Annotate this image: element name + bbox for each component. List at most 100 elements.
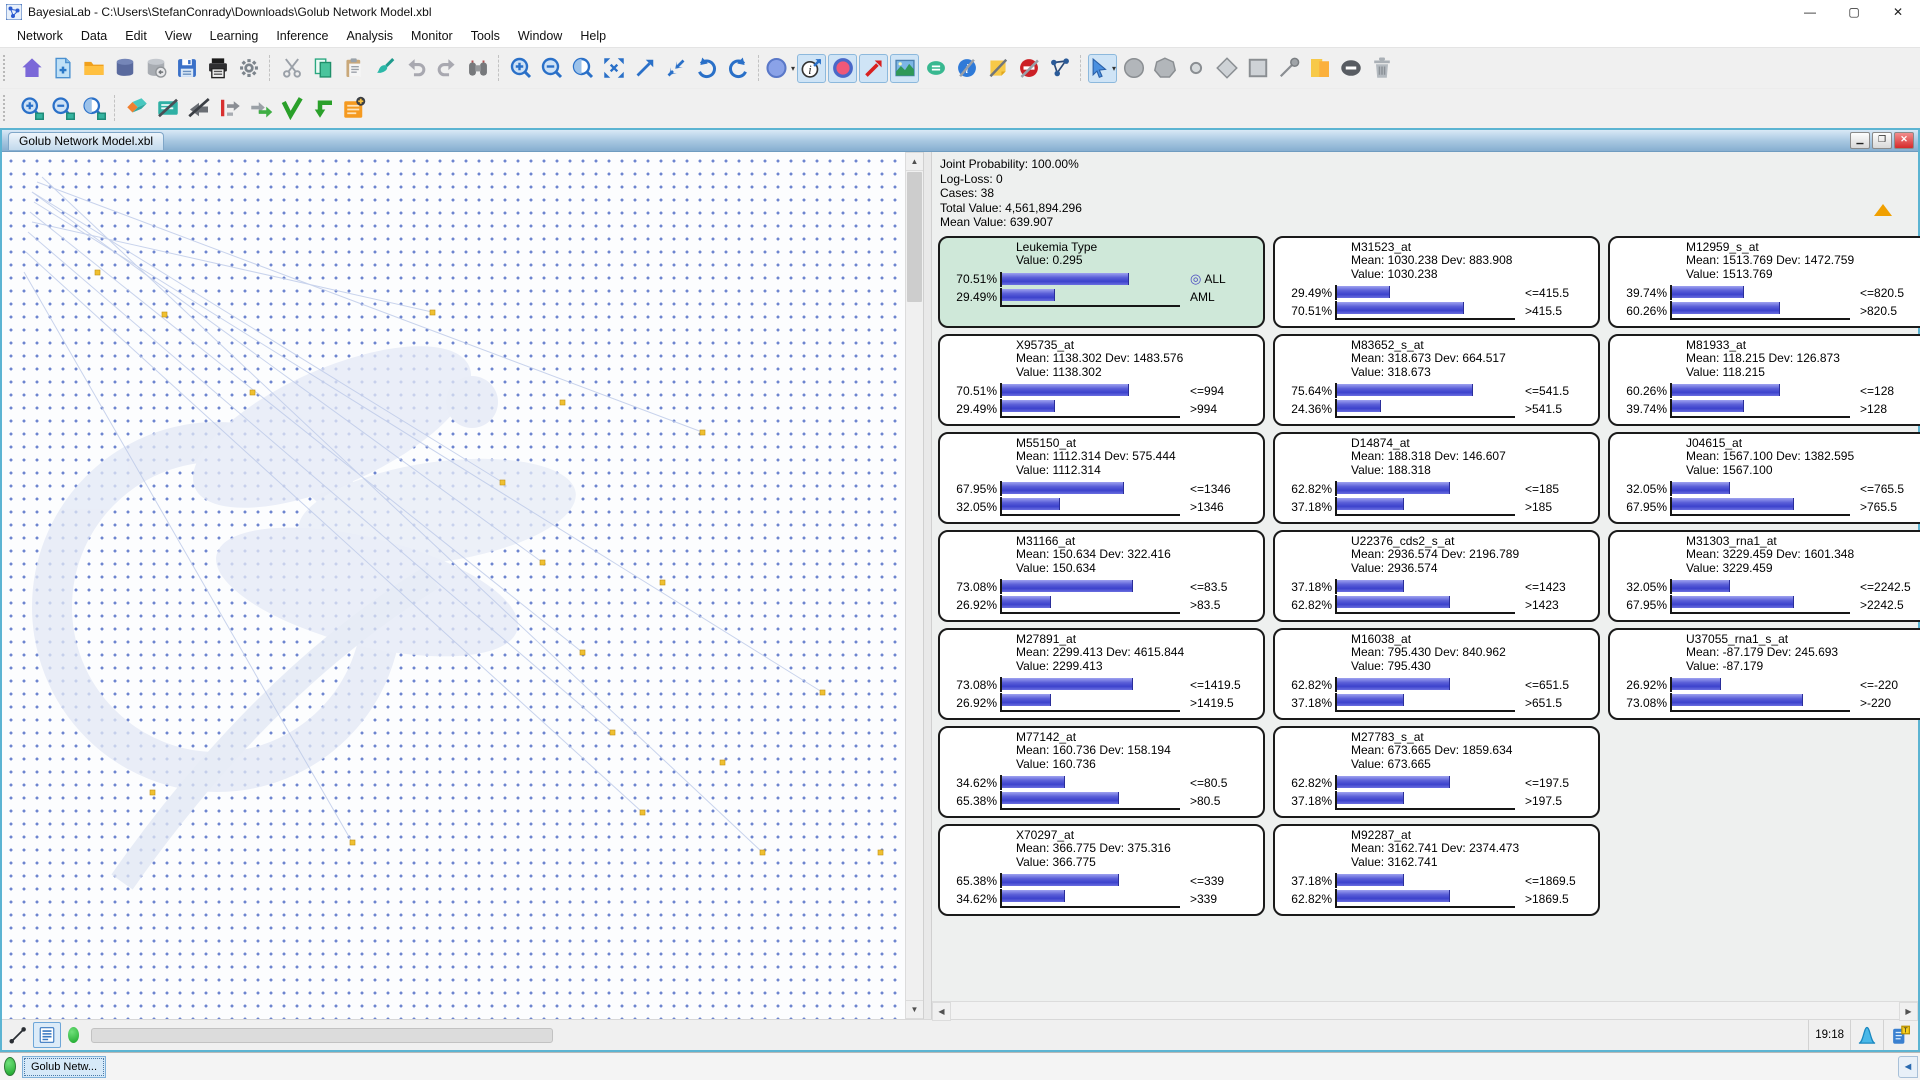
probability-bar-track[interactable]	[1000, 481, 1180, 496]
probability-bar-track[interactable]	[1670, 497, 1850, 516]
note-tool-icon[interactable]	[1305, 54, 1334, 83]
probability-bar-track[interactable]	[1670, 693, 1850, 712]
monitor-m31166-at[interactable]: M31166_atMean: 150.634 Dev: 322.416Value…	[938, 530, 1265, 622]
rotate-right-icon[interactable]	[723, 54, 752, 83]
scroll-left-icon[interactable]: ◀	[932, 1002, 951, 1021]
monitor-m81933-at[interactable]: M81933_atMean: 118.215 Dev: 126.873Value…	[1608, 334, 1920, 426]
fit-graph-icon[interactable]	[599, 54, 628, 83]
monitor-state-row[interactable]: 73.08%<=1419.5	[946, 676, 1257, 693]
probability-bar-track[interactable]	[1335, 301, 1515, 320]
grow-graph-icon[interactable]	[630, 54, 659, 83]
eraser-icon[interactable]	[122, 94, 151, 123]
monitor-state-row[interactable]: 62.82%>1869.5	[1281, 889, 1592, 906]
monitor-m77142-at[interactable]: M77142_atMean: 160.736 Dev: 158.194Value…	[938, 726, 1265, 818]
monitor-state-row[interactable]: 32.05%>1346	[946, 497, 1257, 514]
zoom-out-icon[interactable]	[537, 54, 566, 83]
network-graph-canvas[interactable]	[2, 152, 905, 1019]
scroll-up-icon[interactable]: ▲	[905, 152, 924, 171]
monitor-state-row[interactable]: 26.92%>1419.5	[946, 693, 1257, 710]
monitor-m83652-s-at[interactable]: M83652_s_atMean: 318.673 Dev: 664.517Val…	[1273, 334, 1600, 426]
monitor-m31523-at[interactable]: M31523_atMean: 1030.238 Dev: 883.908Valu…	[1273, 236, 1600, 328]
monitor-m55150-at[interactable]: M55150_atMean: 1112.314 Dev: 575.444Valu…	[938, 432, 1265, 524]
validate-icon[interactable]	[277, 94, 306, 123]
save-database-icon[interactable]	[141, 54, 170, 83]
monitor-state-row[interactable]: 37.18%<=1423	[1281, 578, 1592, 595]
collapse-monitors-icon[interactable]	[1874, 204, 1892, 216]
monitor-x95735-at[interactable]: X95735_atMean: 1138.302 Dev: 1483.576Val…	[938, 334, 1265, 426]
monitor-j04615-at[interactable]: J04615_atMean: 1567.100 Dev: 1382.595Val…	[1608, 432, 1920, 524]
menu-network[interactable]: Network	[8, 27, 72, 45]
monitor-state-row[interactable]: 65.38%>80.5	[946, 791, 1257, 808]
close-button[interactable]: ✕	[1876, 0, 1920, 24]
monitor-leukemia-type[interactable]: Leukemia TypeValue: 0.29570.51%◎ALL29.49…	[938, 236, 1265, 328]
polygon-tool-icon[interactable]	[1150, 54, 1179, 83]
arc-mode-icon[interactable]	[859, 54, 888, 83]
monitor-state-row[interactable]: 32.05%<=765.5	[1616, 480, 1920, 497]
maximize-button[interactable]: ▢	[1832, 0, 1876, 24]
probability-bar-track[interactable]	[1670, 579, 1850, 594]
monitor-d14874-at[interactable]: D14874_atMean: 188.318 Dev: 146.607Value…	[1273, 432, 1600, 524]
monitor-state-row[interactable]: 37.18%>651.5	[1281, 693, 1592, 710]
menu-view[interactable]: View	[156, 27, 201, 45]
minimize-button[interactable]: —	[1788, 0, 1832, 24]
monitor-state-row[interactable]: 60.26%>820.5	[1616, 301, 1920, 318]
probability-bar-track[interactable]	[1000, 383, 1180, 398]
search-binoculars-icon[interactable]	[463, 54, 492, 83]
monitor-state-row[interactable]: 70.51%◎ALL	[946, 271, 1257, 288]
monitor-state-row[interactable]: 39.74%>128	[1616, 399, 1920, 416]
small-node-tool-icon[interactable]	[1181, 54, 1210, 83]
monitor-state-row[interactable]: 62.82%<=197.5	[1281, 774, 1592, 791]
monitor-state-row[interactable]: 73.08%>-220	[1616, 693, 1920, 710]
monitor-state-row[interactable]: 67.95%>765.5	[1616, 497, 1920, 514]
probability-bar-track[interactable]	[1670, 481, 1850, 496]
undo-icon[interactable]	[401, 54, 430, 83]
monitor-state-row[interactable]: 26.92%<=-220	[1616, 676, 1920, 693]
save-icon[interactable]	[172, 54, 201, 83]
taskbar-scroll-left-icon[interactable]: ◄	[1898, 1056, 1918, 1078]
monitor-zoom-in-icon[interactable]	[17, 94, 46, 123]
monitor-state-row[interactable]: 70.51%<=994	[946, 382, 1257, 399]
monitor-state-row[interactable]: 34.62%>339	[946, 889, 1257, 906]
monitor-state-row[interactable]: 62.82%<=651.5	[1281, 676, 1592, 693]
probability-bar-track[interactable]	[1335, 693, 1515, 712]
add-monitor-icon[interactable]	[339, 94, 368, 123]
hide-forbidden-icon[interactable]	[1014, 54, 1043, 83]
menu-data[interactable]: Data	[72, 27, 116, 45]
monitor-state-row[interactable]: 32.05%<=2242.5	[1616, 578, 1920, 595]
sort-monitors-icon[interactable]	[215, 94, 244, 123]
toolbar-grip[interactable]	[3, 55, 13, 81]
monitor-state-row[interactable]: 24.36%>541.5	[1281, 399, 1592, 416]
monitor-m27783-s-at[interactable]: M27783_s_atMean: 673.665 Dev: 1859.634Va…	[1273, 726, 1600, 818]
settings-gear-icon[interactable]	[234, 54, 263, 83]
probability-bar-track[interactable]	[1000, 579, 1180, 594]
probability-bar-track[interactable]	[1000, 595, 1180, 614]
monitor-state-row[interactable]: 73.08%<=83.5	[946, 578, 1257, 595]
monitor-state-row[interactable]: 26.92%>83.5	[946, 595, 1257, 612]
monitor-state-row[interactable]: 62.82%<=185	[1281, 480, 1592, 497]
probability-bar-track[interactable]	[1000, 889, 1180, 908]
comment-mode-icon[interactable]	[921, 54, 950, 83]
monitor-state-row[interactable]: 39.74%<=820.5	[1616, 284, 1920, 301]
probability-bar-track[interactable]	[1670, 595, 1850, 614]
open-icon[interactable]	[79, 54, 108, 83]
dropdown-caret-icon[interactable]: ▾	[791, 64, 795, 73]
probability-bar-track[interactable]	[1335, 677, 1515, 692]
menu-window[interactable]: Window	[509, 27, 571, 45]
probability-bar-track[interactable]	[1670, 399, 1850, 418]
arc-status-icon[interactable]	[5, 1023, 31, 1047]
hide-information-icon[interactable]: i	[952, 54, 981, 83]
document-tab[interactable]: Golub Network Model.xbl	[8, 132, 164, 150]
target-node-mode-icon[interactable]	[828, 54, 857, 83]
probability-bar-track[interactable]	[1335, 791, 1515, 810]
redo-icon[interactable]	[432, 54, 461, 83]
scroll-right-icon[interactable]: ▶	[1899, 1002, 1918, 1021]
probability-bar-track[interactable]	[1000, 497, 1180, 516]
probability-bar-track[interactable]	[1335, 889, 1515, 908]
monitor-state-row[interactable]: 37.18%<=1869.5	[1281, 872, 1592, 889]
monitor-u37055-rna1-s-at[interactable]: U37055_rna1_s_atMean: -87.179 Dev: 245.6…	[1608, 628, 1920, 720]
cut-icon[interactable]	[277, 54, 306, 83]
menu-analysis[interactable]: Analysis	[337, 27, 402, 45]
document-title-bar[interactable]: Golub Network Model.xbl ▁ ❐ ✕	[2, 130, 1918, 152]
probability-bar-track[interactable]	[1335, 285, 1515, 300]
menu-help[interactable]: Help	[571, 27, 615, 45]
